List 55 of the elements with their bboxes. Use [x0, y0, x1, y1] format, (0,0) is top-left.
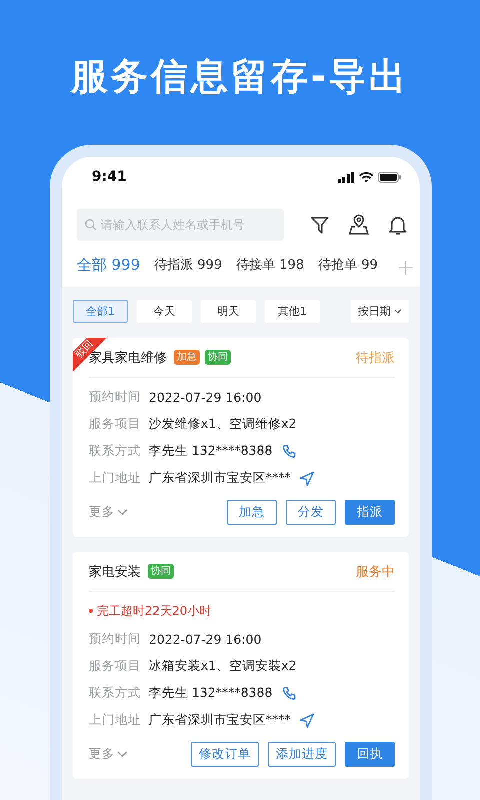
filter-chip[interactable]: 今天 — [137, 300, 192, 323]
signal-icon — [338, 172, 355, 182]
tab[interactable]: 待指派 999 — [154, 255, 222, 281]
chevron-down-icon — [394, 309, 402, 314]
more-button[interactable]: 更多 — [89, 504, 128, 521]
more-button[interactable]: 更多 — [89, 746, 128, 763]
location-pin-icon[interactable] — [348, 214, 370, 236]
field-value: 2022-07-29 16:00 — [149, 390, 262, 405]
order-status: 待指派 — [356, 350, 395, 366]
phone-icon[interactable] — [280, 444, 297, 460]
tab[interactable]: 全部 999 — [77, 255, 140, 281]
field-value: 沙发维修x1、空调维修x2 — [149, 416, 297, 433]
field-value: 冰箱安装x1、空调安装x2 — [149, 658, 297, 675]
action-button[interactable]: 修改订单 — [191, 742, 259, 767]
phone-icon[interactable] — [280, 686, 297, 702]
order-tag: 协同 — [148, 564, 174, 579]
status-time: 9:41 — [92, 169, 127, 185]
field-label: 服务项目 — [89, 658, 141, 675]
action-button[interactable]: 回执 — [345, 742, 395, 767]
filter-chip[interactable]: 其他1 — [265, 300, 320, 323]
field-value: 李先生 132****8388 — [149, 443, 273, 460]
bullet-dot — [89, 609, 93, 613]
order-status: 服务中 — [356, 564, 395, 580]
order-title: 家电安装 — [89, 564, 141, 580]
chevron-down-icon — [117, 509, 128, 516]
wifi-icon — [359, 172, 374, 182]
field-label: 预约时间 — [89, 389, 141, 406]
navigation-arrow-icon[interactable] — [299, 712, 315, 728]
headline-title: 服务信息留存-导出 — [70, 54, 410, 100]
field-label: 服务项目 — [89, 416, 141, 433]
filter-chip[interactable]: 全部1 — [73, 300, 128, 323]
field-value: 2022-07-29 16:00 — [149, 632, 262, 647]
action-button[interactable]: 加急 — [227, 500, 277, 525]
tab[interactable]: 待接单 198 — [236, 255, 304, 281]
chevron-down-icon — [117, 751, 128, 758]
filter-chip[interactable]: 明天 — [201, 300, 256, 323]
action-button[interactable]: 指派 — [345, 500, 395, 525]
order-tag: 加急 — [174, 350, 200, 365]
field-value: 广东省深圳市宝安区**** — [149, 470, 291, 487]
field-label: 联系方式 — [89, 443, 141, 460]
field-label: 预约时间 — [89, 631, 141, 648]
sort-dropdown[interactable]: 按日期 — [351, 300, 409, 323]
tab[interactable]: 待抢单 99 — [318, 255, 378, 281]
overdue-text: 完工超时22天20小时 — [97, 603, 212, 620]
search-field[interactable]: 请输入联系人姓名或手机号 — [77, 209, 284, 241]
field-label: 联系方式 — [89, 685, 141, 702]
battery-icon — [378, 172, 402, 182]
field-label: 上门地址 — [89, 712, 141, 729]
navigation-arrow-icon[interactable] — [299, 470, 315, 486]
action-button[interactable]: 分发 — [286, 500, 336, 525]
field-label: 上门地址 — [89, 470, 141, 487]
order-tag: 协同 — [205, 350, 231, 365]
field-value: 广东省深圳市宝安区**** — [149, 712, 291, 729]
field-value: 李先生 132****8388 — [149, 685, 273, 702]
action-button[interactable]: 添加进度 — [268, 742, 336, 767]
